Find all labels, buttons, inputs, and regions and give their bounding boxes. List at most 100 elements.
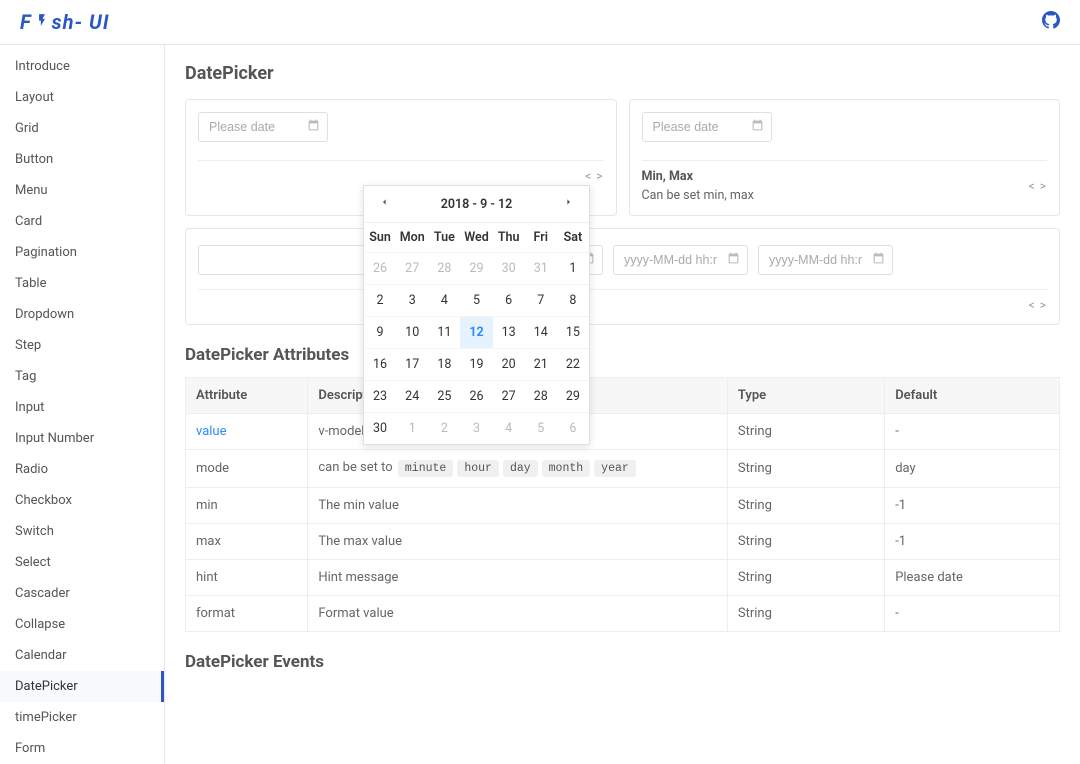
- calendar-day[interactable]: 17: [396, 348, 428, 380]
- calendar-day[interactable]: 8: [557, 284, 589, 316]
- sidebar-item-introduce[interactable]: Introduce: [0, 51, 164, 82]
- sidebar-item-select[interactable]: Select: [0, 547, 164, 578]
- sidebar-item-tag[interactable]: Tag: [0, 361, 164, 392]
- date-input-wrap: [613, 241, 748, 279]
- github-link[interactable]: [1042, 11, 1060, 33]
- calendar-day[interactable]: 28: [428, 252, 460, 284]
- attr-cell: format: [186, 596, 308, 632]
- section-title-attrs: DatePicker Attributes: [185, 345, 1060, 365]
- date-input-wrap: [198, 112, 328, 142]
- calendar-day[interactable]: 6: [557, 412, 589, 444]
- code-tag: year: [594, 460, 636, 477]
- attr-cell: max: [186, 524, 308, 560]
- sidebar-item-timepicker[interactable]: timePicker: [0, 702, 164, 733]
- calendar-next-button[interactable]: [556, 196, 581, 212]
- calendar-day[interactable]: 30: [493, 252, 525, 284]
- calendar-day[interactable]: 29: [460, 252, 492, 284]
- calendar-day[interactable]: 9: [364, 316, 396, 348]
- toggle-code-button[interactable]: < >: [585, 169, 603, 183]
- date-input[interactable]: [642, 112, 772, 142]
- calendar-day[interactable]: 30: [364, 412, 396, 444]
- default-cell: -: [885, 414, 1060, 450]
- calendar-day[interactable]: 2: [364, 284, 396, 316]
- sidebar-item-layout[interactable]: Layout: [0, 82, 164, 113]
- calendar-day[interactable]: 10: [396, 316, 428, 348]
- api-table: AttributeDescriptionTypeDefault valuev-m…: [185, 377, 1060, 632]
- sidebar-item-collapse[interactable]: Collapse: [0, 609, 164, 640]
- default-cell: -: [885, 596, 1060, 632]
- calendar-day[interactable]: 19: [460, 348, 492, 380]
- calendar-dow: Sat: [557, 222, 589, 252]
- type-cell: String: [727, 450, 884, 488]
- sidebar-item-checkbox[interactable]: Checkbox: [0, 485, 164, 516]
- sidebar-item-calendar[interactable]: Calendar: [0, 640, 164, 671]
- logo[interactable]: F sh - UI: [20, 10, 110, 34]
- type-cell: String: [727, 596, 884, 632]
- calendar-day[interactable]: 4: [428, 284, 460, 316]
- sidebar-item-step[interactable]: Step: [0, 330, 164, 361]
- sidebar-item-menu[interactable]: Menu: [0, 175, 164, 206]
- calendar-day[interactable]: 27: [493, 380, 525, 412]
- calendar-prev-button[interactable]: [372, 196, 397, 212]
- calendar-day[interactable]: 22: [557, 348, 589, 380]
- desc-cell: can be set to minutehourdaymonthyear: [308, 450, 728, 488]
- toggle-code-button[interactable]: < >: [1029, 179, 1047, 193]
- toggle-code-button[interactable]: < >: [1029, 298, 1047, 312]
- sidebar-item-dropdown[interactable]: Dropdown: [0, 299, 164, 330]
- date-input[interactable]: [613, 245, 748, 275]
- logo-mid: sh: [52, 10, 75, 34]
- calendar-day[interactable]: 18: [428, 348, 460, 380]
- table-row: valuev-modelString-: [186, 414, 1060, 450]
- card-footer-info: Min, Max Can be set min, max: [642, 169, 754, 203]
- calendar-day[interactable]: 25: [428, 380, 460, 412]
- calendar-day[interactable]: 7: [525, 284, 557, 316]
- calendar-day[interactable]: 20: [493, 348, 525, 380]
- calendar-day[interactable]: 3: [396, 284, 428, 316]
- sidebar-item-input[interactable]: Input: [0, 392, 164, 423]
- calendar-day[interactable]: 4: [493, 412, 525, 444]
- calendar-day[interactable]: 23: [364, 380, 396, 412]
- calendar-day[interactable]: 1: [396, 412, 428, 444]
- calendar-day[interactable]: 24: [396, 380, 428, 412]
- sidebar-item-input-number[interactable]: Input Number: [0, 423, 164, 454]
- calendar-day[interactable]: 14: [525, 316, 557, 348]
- sidebar-item-switch[interactable]: Switch: [0, 516, 164, 547]
- sidebar-item-card[interactable]: Card: [0, 206, 164, 237]
- sidebar-item-radio[interactable]: Radio: [0, 454, 164, 485]
- date-input[interactable]: [758, 245, 893, 275]
- sidebar-item-cascader[interactable]: Cascader: [0, 578, 164, 609]
- calendar-day[interactable]: 3: [460, 412, 492, 444]
- calendar-title[interactable]: 2018 - 9 - 12: [441, 197, 513, 212]
- sidebar-item-button[interactable]: Button: [0, 144, 164, 175]
- calendar-day[interactable]: 13: [493, 316, 525, 348]
- calendar-day[interactable]: 11: [428, 316, 460, 348]
- sidebar-item-datepicker[interactable]: DatePicker: [0, 671, 164, 702]
- calendar-day[interactable]: 29: [557, 380, 589, 412]
- calendar-day[interactable]: 16: [364, 348, 396, 380]
- table-header: Type: [727, 378, 884, 414]
- desc-cell: Hint message: [308, 560, 728, 596]
- example-card-minmax: Min, Max Can be set min, max < >: [629, 99, 1061, 216]
- logo-prefix: F: [20, 10, 32, 34]
- calendar-day[interactable]: 1: [557, 252, 589, 284]
- calendar-day[interactable]: 5: [460, 284, 492, 316]
- calendar-day[interactable]: 26: [364, 252, 396, 284]
- date-input[interactable]: [198, 112, 328, 142]
- sidebar-item-pagination[interactable]: Pagination: [0, 237, 164, 268]
- calendar-day[interactable]: 2: [428, 412, 460, 444]
- calendar-day[interactable]: 15: [557, 316, 589, 348]
- calendar-day[interactable]: 28: [525, 380, 557, 412]
- github-icon: [1042, 11, 1060, 29]
- desc-cell: Format value: [308, 596, 728, 632]
- calendar-day[interactable]: 26: [460, 380, 492, 412]
- sidebar-item-grid[interactable]: Grid: [0, 113, 164, 144]
- calendar-day[interactable]: 27: [396, 252, 428, 284]
- calendar-day[interactable]: 21: [525, 348, 557, 380]
- calendar-day[interactable]: 6: [493, 284, 525, 316]
- calendar-day[interactable]: 31: [525, 252, 557, 284]
- sidebar-item-table[interactable]: Table: [0, 268, 164, 299]
- calendar-day[interactable]: 12: [460, 316, 492, 348]
- calendar-dow: Fri: [525, 222, 557, 252]
- calendar-day[interactable]: 5: [525, 412, 557, 444]
- sidebar-item-form[interactable]: Form: [0, 733, 164, 764]
